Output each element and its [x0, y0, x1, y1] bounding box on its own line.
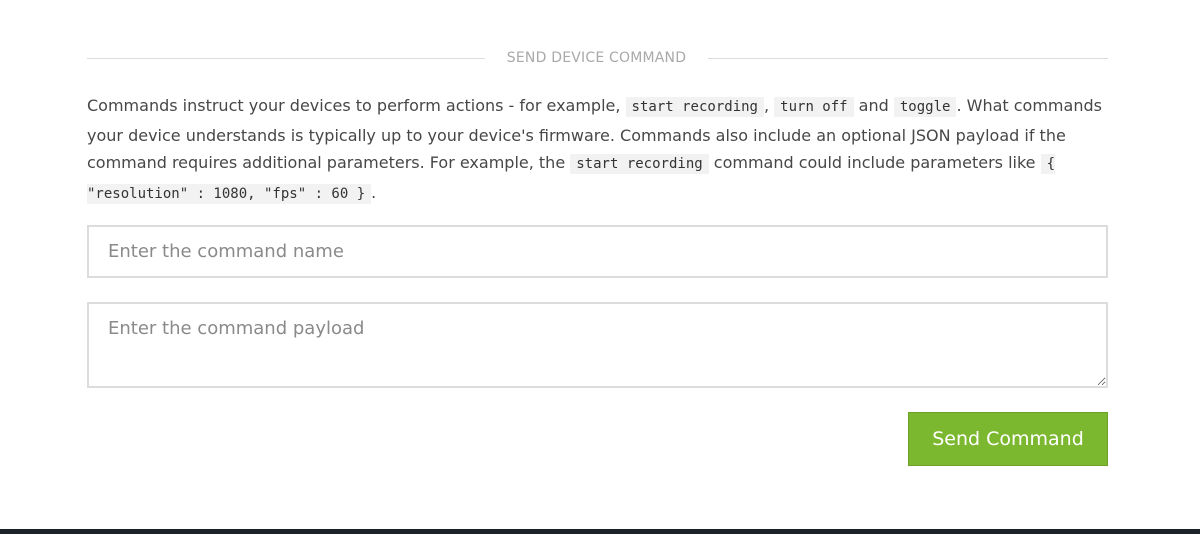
footer-bar [0, 529, 1200, 534]
command-name-input[interactable] [87, 225, 1108, 278]
send-command-section: SEND DEVICE COMMAND Commands instruct yo… [87, 40, 1108, 208]
description-text: Commands instruct your devices to perfor… [87, 96, 626, 115]
description-text: . [371, 182, 377, 202]
send-command-button[interactable]: Send Command [908, 412, 1108, 466]
code-example-start-recording-2: start recording [570, 154, 709, 174]
code-example-toggle: toggle [893, 97, 957, 117]
section-title: SEND DEVICE COMMAND [506, 50, 687, 66]
description-text: and [853, 96, 894, 115]
code-example-turn-off: turn off [774, 97, 854, 117]
command-description: Commands instruct your devices to perfor… [87, 92, 1108, 208]
divider-right [708, 58, 1108, 59]
code-example-start-recording: start recording [625, 97, 764, 117]
description-text: , [763, 96, 775, 115]
command-payload-textarea[interactable] [87, 302, 1108, 388]
divider-left [87, 58, 485, 59]
description-text: command could include parameters like [708, 153, 1041, 172]
section-header: SEND DEVICE COMMAND [87, 40, 1108, 78]
